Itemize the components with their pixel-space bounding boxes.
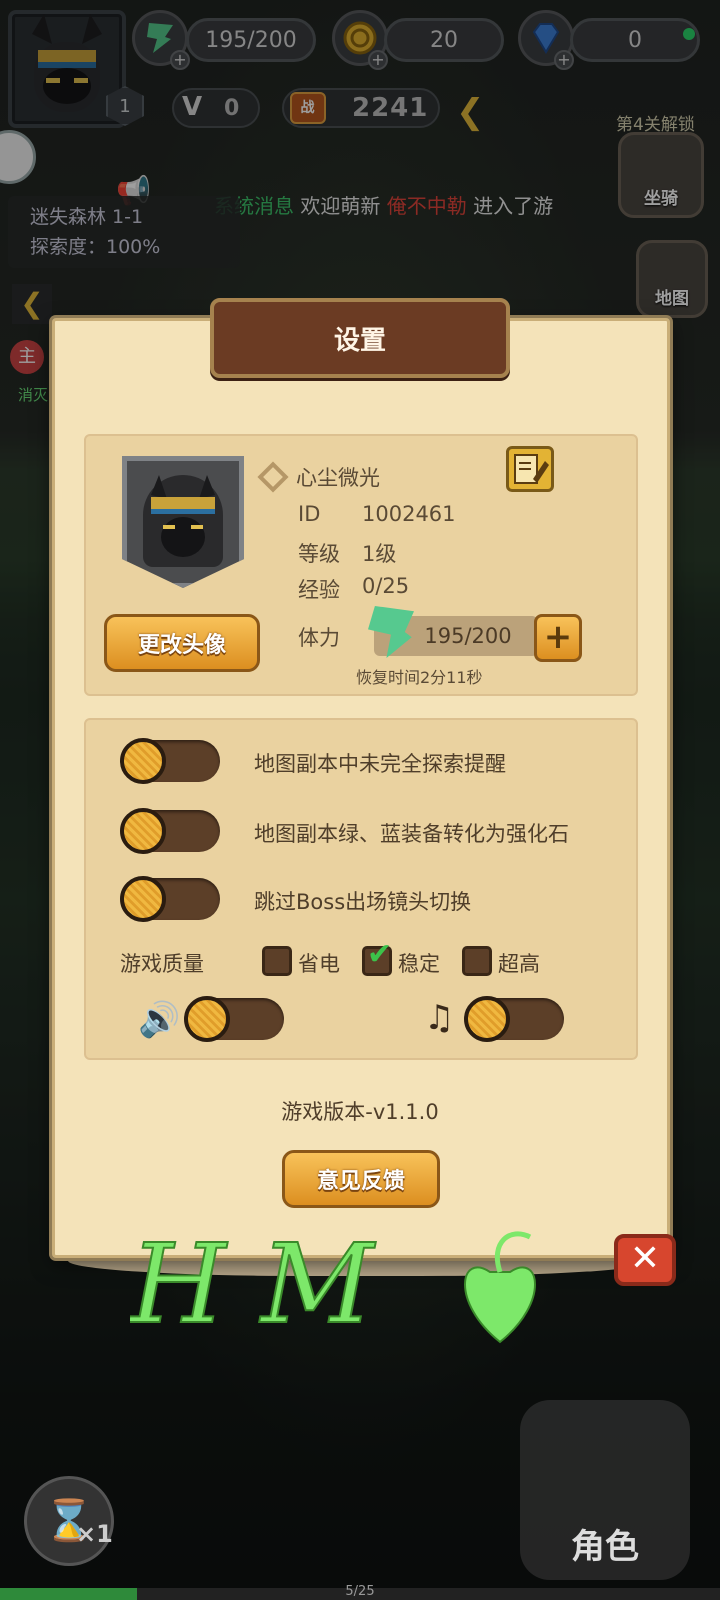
exp-label: 经验 [298, 578, 340, 602]
settings-title: 设置 [210, 298, 510, 378]
exp-value: 0/25 [362, 574, 410, 598]
music-toggle[interactable] [464, 996, 564, 1042]
anubis-avatar-icon [151, 475, 215, 557]
recover-time: 恢复时间2分11秒 [356, 668, 483, 687]
nickname: 心尘微光 [296, 466, 380, 490]
toggle-knob [120, 808, 166, 854]
quality-option-power-save: 省电 [298, 952, 340, 976]
toggle-knob [120, 738, 166, 784]
change-avatar-button[interactable]: 更改头像 [104, 614, 260, 672]
stamina-label: 体力 [298, 626, 340, 650]
toggle-knob [184, 996, 230, 1042]
toggle-label-explore: 地图副本中未完全探索提醒 [254, 752, 506, 776]
toggle-knob [464, 996, 510, 1042]
id-value: 1002461 [362, 502, 456, 526]
level-label: 等级 [298, 542, 340, 566]
page-indicator: 5/25 [345, 1584, 375, 1599]
toggle-knob [120, 876, 166, 922]
quality-power-save-checkbox[interactable] [262, 946, 292, 976]
quality-option-ultra: 超高 [498, 952, 540, 976]
toggle-convert-equipment[interactable] [120, 808, 220, 854]
close-button[interactable]: ✕ [614, 1234, 676, 1286]
game-version: 游戏版本-v1.1.0 [281, 1100, 439, 1124]
toggle-label-skip-boss: 跳过Boss出场镜头切换 [254, 890, 472, 914]
hm-watermark-logo: H M [130, 1222, 536, 1349]
quality-label: 游戏质量 [120, 952, 204, 976]
quality-ultra-checkbox[interactable] [462, 946, 492, 976]
speed-multiplier: ×1 [76, 1520, 113, 1548]
quality-option-stable: 稳定 [398, 952, 440, 976]
sound-toggle[interactable] [184, 996, 284, 1042]
feedback-button[interactable]: 意见反馈 [282, 1150, 440, 1208]
checkmark-icon: ✔ [367, 937, 393, 972]
svg-text:H M: H M [130, 1222, 376, 1348]
edit-name-icon[interactable] [506, 446, 554, 492]
toggle-explore-reminder[interactable] [120, 738, 220, 784]
toggle-skip-boss-camera[interactable] [120, 876, 220, 922]
id-label: ID [298, 502, 321, 526]
toggle-label-convert: 地图副本绿、蓝装备转化为强化石 [254, 822, 569, 846]
level-value: 1级 [362, 542, 397, 566]
buy-stamina-button[interactable]: + [534, 614, 582, 662]
speaker-icon: 🔊 [138, 1000, 181, 1040]
quality-stable-checkbox[interactable]: ✔ [362, 937, 392, 976]
character-button[interactable]: 角色 [520, 1400, 690, 1580]
music-note-icon: ♫ [424, 998, 455, 1038]
character-label: 角色 [571, 1527, 639, 1567]
